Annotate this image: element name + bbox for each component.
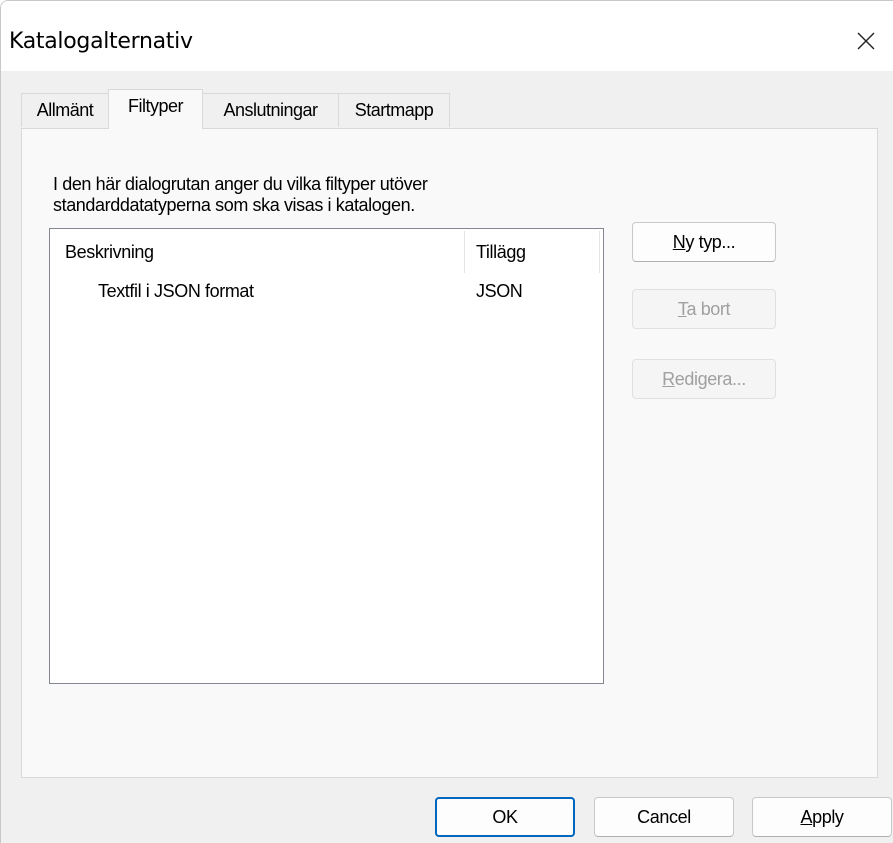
remove-label: a bort (686, 298, 731, 319)
apply-accel: A (800, 806, 813, 827)
list-header: Beskrivning Tillägg (50, 229, 603, 275)
list-item-description: Textfil i JSON format (98, 281, 254, 301)
edit-accel: R (662, 368, 675, 389)
title-bar: Katalogalternativ (1, 1, 893, 71)
list-item[interactable]: Textfil i JSON format JSON (50, 275, 603, 311)
edit-label: edigera... (674, 368, 746, 389)
description-line-1: I den här dialogrutan anger du vilka fil… (53, 174, 428, 194)
apply-button[interactable]: Apply (752, 797, 892, 837)
window-title: Katalogalternativ (9, 29, 193, 54)
tab-startmapp[interactable]: Startmapp (338, 93, 450, 127)
new-type-accel: N (672, 231, 686, 252)
close-icon (857, 32, 875, 50)
apply-label: pply (812, 806, 844, 827)
tab-filtyper[interactable]: Filtyper (108, 89, 203, 129)
column-header-beskrivning[interactable]: Beskrivning (65, 229, 460, 275)
edit-button[interactable]: Redigera... (632, 359, 776, 399)
tab-anslutningar[interactable]: Anslutningar (202, 93, 339, 127)
file-types-list[interactable]: Beskrivning Tillägg Textfil i JSON forma… (49, 228, 604, 684)
description-line-2: standarddatatyperna som ska visas i kata… (53, 195, 415, 215)
new-type-button[interactable]: Ny typ... (632, 222, 776, 262)
ok-button[interactable]: OK (435, 797, 575, 837)
cancel-button[interactable]: Cancel (594, 797, 734, 837)
dialog-window: Katalogalternativ Allmänt Filtyper Anslu… (0, 0, 893, 843)
column-separator[interactable] (599, 231, 600, 273)
tab-allmant[interactable]: Allmänt (21, 93, 109, 127)
description-text: I den här dialogrutan anger du vilka fil… (53, 174, 613, 216)
remove-button[interactable]: Ta bort (632, 289, 776, 329)
column-separator[interactable] (464, 231, 465, 273)
close-button[interactable] (848, 23, 884, 59)
new-type-label: y typ... (685, 231, 736, 252)
column-header-tillagg[interactable]: Tillägg (476, 229, 596, 275)
list-item-extension: JSON (476, 281, 523, 301)
tab-panel-filtyper: I den här dialogrutan anger du vilka fil… (21, 128, 878, 778)
